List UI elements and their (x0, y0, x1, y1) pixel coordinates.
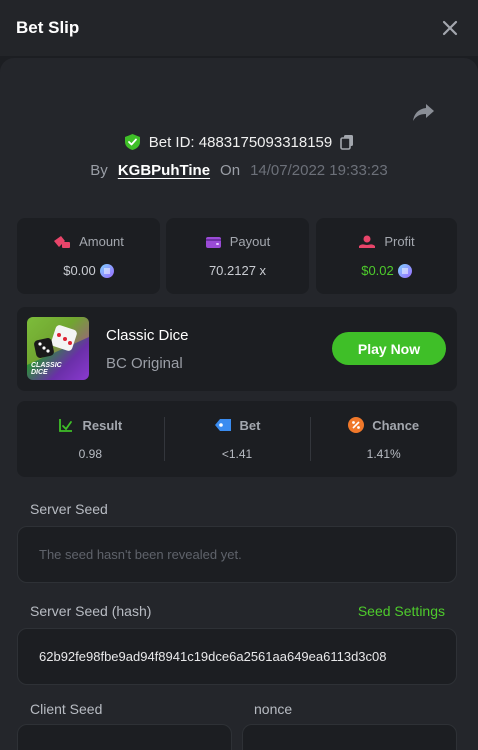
seed-settings-link[interactable]: Seed Settings (358, 603, 445, 619)
profit-icon (359, 235, 376, 248)
amount-value: $0.00 (63, 263, 96, 278)
game-subtitle: BC Original (106, 355, 183, 372)
server-seed-hash-label: Server Seed (hash) (30, 603, 152, 619)
close-icon[interactable] (442, 20, 458, 36)
bet-meta-row: By KGBPuhTine On 14/07/2022 19:33:23 (0, 162, 478, 179)
bet-value: <1.41 (221, 446, 253, 461)
result-card: Result 0.98 Bet <1.41 Chance 1.41% (17, 401, 457, 477)
payout-label: Payout (229, 234, 271, 249)
on-label: On (220, 162, 241, 179)
profit-label: Profit (384, 234, 415, 249)
page-title: Bet Slip (16, 18, 80, 37)
profit-value: $0.02 (361, 263, 394, 278)
game-title: Classic Dice (106, 327, 189, 344)
header: Bet Slip (0, 0, 478, 56)
shield-check-icon (124, 134, 140, 150)
play-now-button[interactable]: Play Now (332, 332, 446, 365)
coin-icon (99, 263, 114, 278)
server-seed-field[interactable]: The seed hasn't been revealed yet. (17, 526, 457, 583)
result-column: Result 0.98 (17, 401, 164, 477)
amount-label: Amount (79, 234, 124, 249)
nonce-label: nonce (254, 701, 293, 717)
thumbnail-caption: CLASSIC DICE (31, 362, 62, 376)
tag-icon (214, 419, 231, 431)
bet-id: Bet ID: 4883175093318159 (148, 133, 333, 151)
nonce-field[interactable] (242, 724, 457, 750)
chance-label: Chance (372, 417, 420, 433)
percent-icon (348, 417, 365, 433)
chart-check-icon (59, 419, 73, 432)
share-icon[interactable] (412, 102, 436, 122)
payout-card: Payout 70.2127 x (166, 218, 309, 294)
game-card: CLASSIC DICE Classic Dice BC Original Pl… (17, 307, 457, 391)
bet-label: Bet (239, 417, 261, 433)
client-seed-label: Client Seed (30, 701, 103, 717)
bet-id-row: Bet ID: 4883175093318159 (0, 133, 478, 151)
amount-card: Amount $0.00 (17, 218, 160, 294)
wallet-icon (205, 236, 221, 248)
client-seed-field[interactable] (17, 724, 232, 750)
server-seed-hash-field[interactable]: 62b92fe98fbe9ad94f8941c19dce6a2561aa649e… (17, 628, 457, 685)
profit-card: Profit $0.02 (316, 218, 457, 294)
result-label: Result (82, 417, 123, 433)
close-button[interactable] (438, 16, 462, 40)
result-value: 0.98 (78, 447, 103, 461)
username-link[interactable]: KGBPuhTine (118, 162, 210, 179)
chance-column: Chance 1.41% (310, 401, 457, 477)
game-thumbnail[interactable]: CLASSIC DICE (27, 317, 89, 380)
bet-column: Bet <1.41 (163, 401, 311, 477)
coin-icon (397, 263, 412, 278)
bet-timestamp: 14/07/2022 19:33:23 (250, 162, 388, 179)
by-label: By (90, 162, 108, 179)
server-seed-label: Server Seed (30, 501, 108, 517)
amount-icon (54, 235, 71, 248)
chance-value: 1.41% (366, 447, 401, 461)
payout-value: 70.2127 x (208, 263, 267, 278)
copy-icon[interactable] (340, 134, 354, 150)
